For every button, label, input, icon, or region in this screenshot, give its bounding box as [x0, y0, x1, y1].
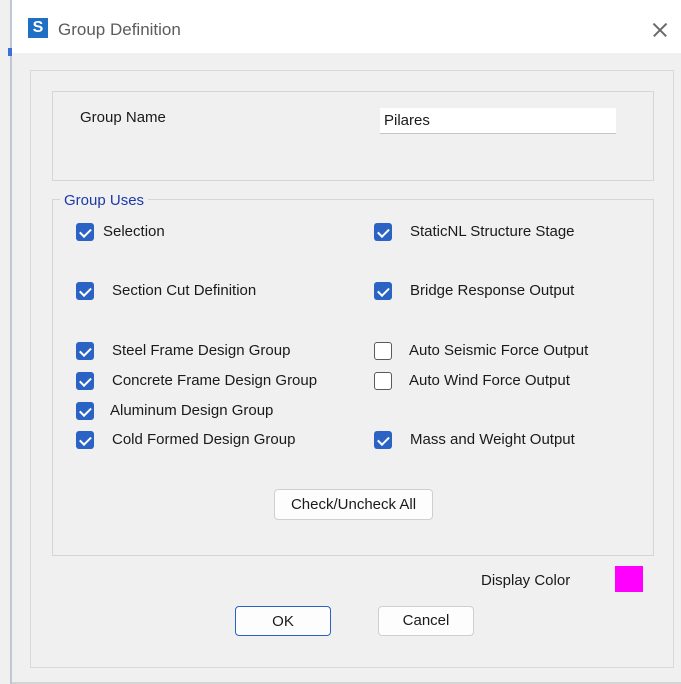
- steel-frame-design-group-checkbox[interactable]: [76, 342, 94, 360]
- group-name-input[interactable]: [380, 108, 616, 134]
- title-bar[interactable]: S Group Definition: [12, 8, 681, 53]
- cancel-button[interactable]: Cancel: [378, 606, 474, 636]
- display-color-swatch[interactable]: [615, 566, 643, 592]
- check-uncheck-all-button[interactable]: Check/Uncheck All: [274, 489, 433, 520]
- ok-button[interactable]: OK: [235, 606, 331, 636]
- selection-checkbox[interactable]: [76, 223, 94, 241]
- group-name-panel: [52, 91, 654, 181]
- mass-and-weight-output-checkbox[interactable]: [374, 431, 392, 449]
- group-uses-legend: Group Uses: [60, 192, 149, 209]
- auto-wind-force-output-label: Auto Wind Force Output: [409, 372, 570, 389]
- app-logo-icon: S: [28, 18, 48, 38]
- auto-seismic-force-output-checkbox[interactable]: [374, 342, 392, 360]
- concrete-frame-design-group-checkbox[interactable]: [76, 372, 94, 390]
- concrete-frame-design-group-label: Concrete Frame Design Group: [112, 372, 318, 389]
- bridge-response-output-checkbox[interactable]: [374, 282, 392, 300]
- steel-frame-design-group-label: Steel Frame Design Group: [112, 342, 291, 359]
- aluminum-design-group-checkbox[interactable]: [76, 402, 94, 420]
- section-cut-definition-checkbox[interactable]: [76, 282, 94, 300]
- auto-seismic-force-output-label: Auto Seismic Force Output: [409, 342, 589, 359]
- group-definition-dialog: S Group Definition Group Name Group Uses…: [12, 8, 681, 682]
- aluminum-design-group-label: Aluminum Design Group: [110, 402, 274, 419]
- group-name-label: Group Name: [80, 109, 166, 126]
- mass-and-weight-output-label: Mass and Weight Output: [410, 431, 575, 448]
- bridge-response-output-label: Bridge Response Output: [410, 282, 575, 299]
- window-title: Group Definition: [58, 20, 181, 39]
- cold-formed-design-group-label: Cold Formed Design Group: [112, 431, 296, 448]
- auto-wind-force-output-checkbox[interactable]: [374, 372, 392, 390]
- cold-formed-design-group-checkbox[interactable]: [76, 431, 94, 449]
- display-color-label: Display Color: [481, 572, 571, 589]
- section-cut-definition-label: Section Cut Definition: [112, 282, 257, 299]
- background-window-edge: [0, 0, 10, 684]
- staticnl-structure-stage-label: StaticNL Structure Stage: [410, 223, 575, 240]
- staticnl-structure-stage-checkbox[interactable]: [374, 223, 392, 241]
- close-icon[interactable]: [648, 18, 672, 42]
- selection-label: Selection: [103, 223, 165, 240]
